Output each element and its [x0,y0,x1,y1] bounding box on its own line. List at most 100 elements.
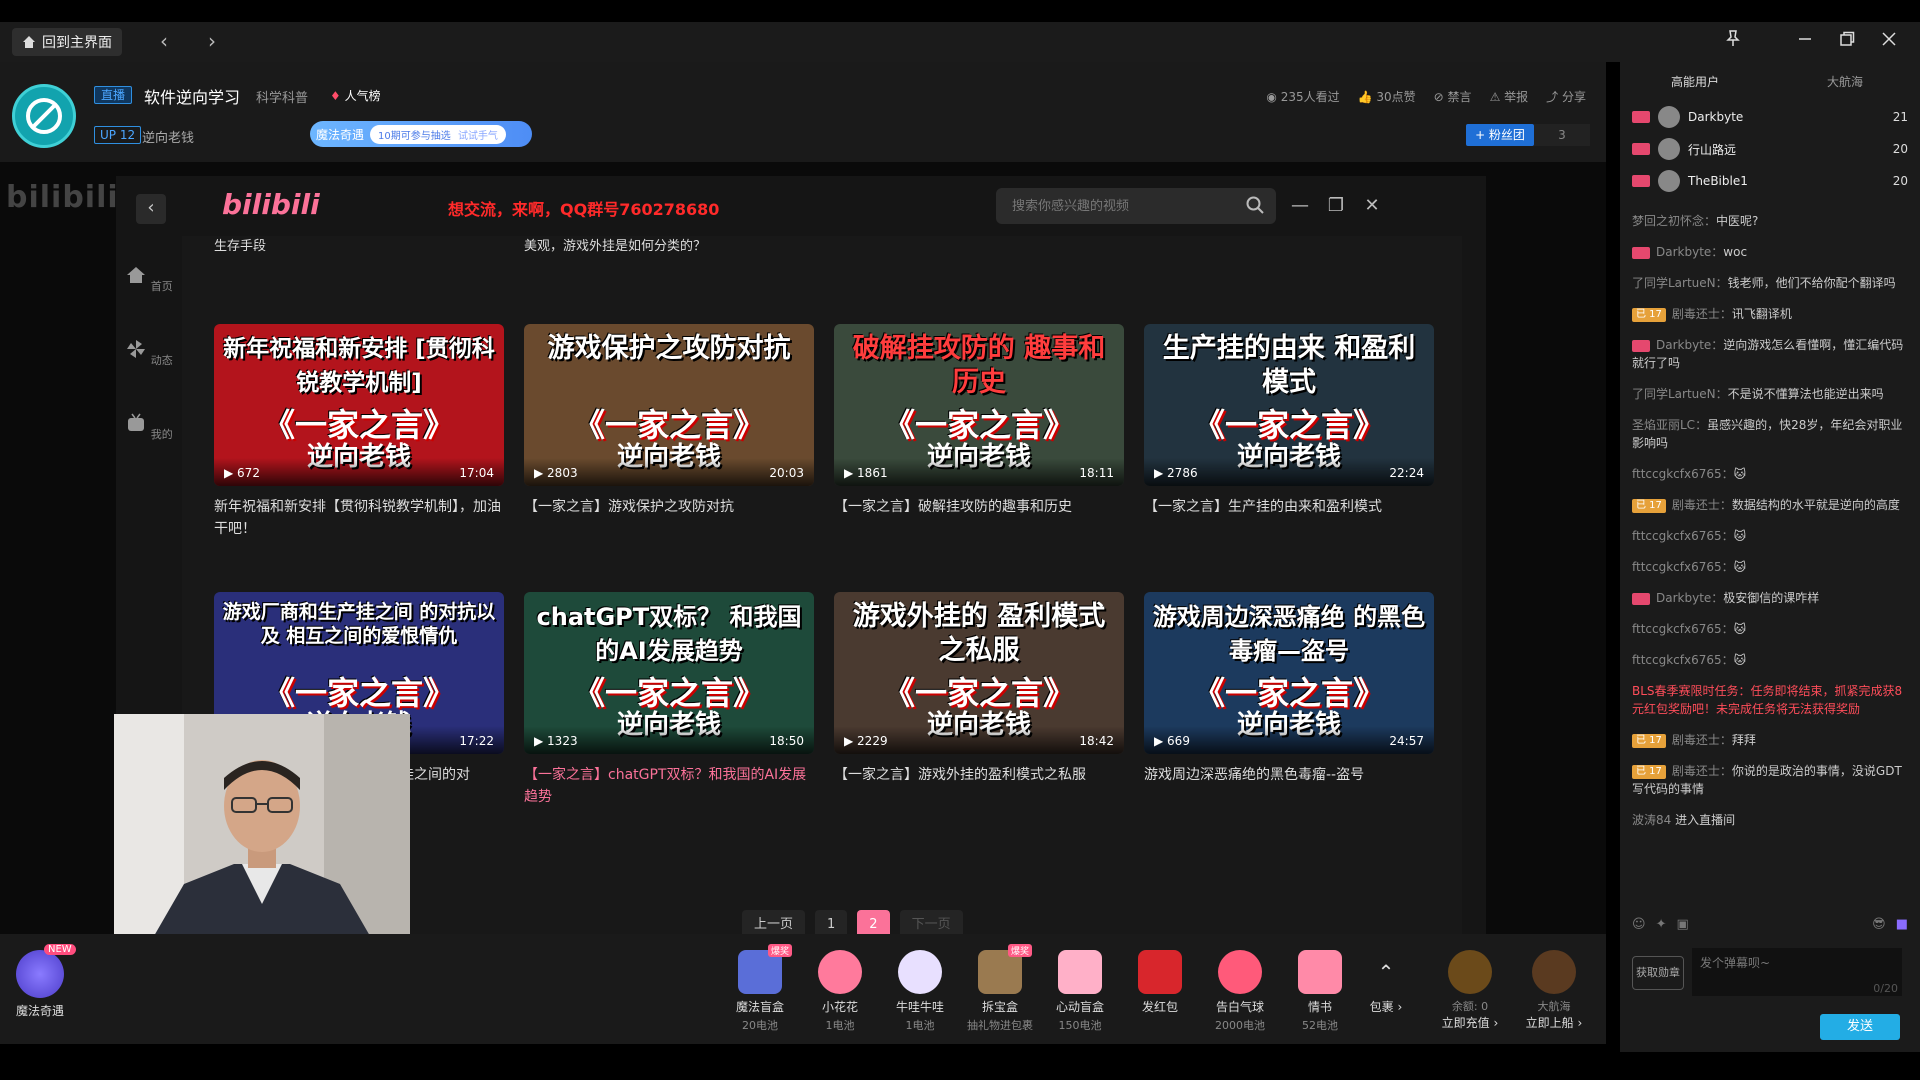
page-1-button[interactable]: 1 [815,910,848,934]
pin-icon[interactable] [1718,28,1748,56]
streamer-avatar[interactable] [12,84,76,148]
rank-row[interactable]: TheBible1 20 [1632,166,1908,196]
restore-icon[interactable] [1832,28,1862,56]
gift-flower[interactable]: 小花花 1电池 [802,950,878,1033]
video-title[interactable]: 【一家之言】游戏保护之攻防对抗 [524,496,814,518]
browser-close-icon[interactable]: ✕ [1358,192,1386,220]
gift-heart-box[interactable]: 心动盲盒 150电池 [1042,950,1118,1033]
avatar [1658,170,1680,192]
video-thumbnail[interactable]: 游戏外挂的 盈利模式之私服 《一家之言》 逆向老钱 ▶ 2229 18:42 [834,592,1124,754]
up-level-tag: UP 12 [94,126,142,144]
report-button[interactable]: ⚠ 举报 [1490,88,1529,105]
gift-cow[interactable]: 牛哇牛哇 1电池 [882,950,958,1033]
header-stats: ◉ 235人看过 👍 30点赞 ⊘ 禁言 ⚠ 举报 ⤴ 分享 [1266,88,1586,105]
side-nav-home[interactable]: 首页 [116,260,182,316]
gift-red-packet[interactable]: 发红包 [1122,950,1198,1017]
tv-icon [128,413,145,431]
play-count: ▶ 2786 [1154,466,1198,480]
room-category[interactable]: 科学科普 [256,87,308,106]
play-count: ▶ 669 [1154,734,1190,748]
video-thumbnail[interactable]: 游戏周边深恶痛绝 的黑色毒瘤—盗号 《一家之言》 逆向老钱 ▶ 669 24:57 [1144,592,1434,754]
gift-icon[interactable]: ✦ [1656,917,1667,932]
video-thumbnail[interactable]: 破解挂攻防的 趣事和历史 《一家之言》 逆向老钱 ▶ 1861 18:11 [834,324,1124,486]
share-icon: ⤴ [1546,90,1562,104]
level-badge [1632,339,1650,352]
video-duration: 18:50 [769,734,804,748]
prev-page-button[interactable]: 上一页 [742,910,806,934]
chat-panel: 高能用户 大航海 Darkbyte 21 行山路远 20 TheBible1 20 梦… [1620,62,1920,1052]
chat-message: 梦回之初怀念：中医呢? [1632,214,1759,228]
magic-event-label: 魔法奇遇 [316,127,365,142]
screenshot-icon[interactable]: ▣ [1676,917,1688,932]
magic-event-button[interactable]: 魔法奇遇 [10,950,70,1019]
gift-love-letter[interactable]: 情书 52电池 [1282,950,1358,1033]
hot-badge: 爆奖 [1007,944,1032,957]
pagination: 上一页 1 2 下一页 [742,910,963,934]
video-thumbnail[interactable]: 游戏保护之攻防对抗 《一家之言》 逆向老钱 ▶ 2803 20:03 [524,324,814,486]
video-thumbnail[interactable]: chatGPT双标？ 和我国的AI发展趋势 《一家之言》 逆向老钱 ▶ 1323… [524,592,814,754]
video-title[interactable]: 挂之间的对 [400,764,504,786]
video-duration: 20:03 [769,466,804,480]
next-page-button[interactable]: 下一页 [899,910,963,934]
side-nav-dynamic[interactable]: 动态 [116,334,182,390]
video-title[interactable]: 【一家之言】生产挂的由来和盈利模式 [1144,496,1434,518]
side-nav-mine[interactable]: 我的 [116,408,182,464]
close-icon[interactable] [1874,28,1904,56]
browser-restore-icon[interactable]: ❐ [1322,192,1350,220]
hot-rank-badge[interactable]: ♦ 人气榜 [330,87,381,104]
video-title[interactable]: 【一家之言】游戏外挂的盈利模式之私服 [834,764,1124,786]
page-2-button[interactable]: 2 [857,910,890,934]
browser-minimize-icon[interactable]: — [1286,192,1314,220]
minimize-icon[interactable] [1790,28,1820,56]
send-button[interactable]: 发送 [1820,1014,1900,1040]
chat-message: fttccgkcfx6765：🐱 [1632,622,1747,636]
package-button[interactable]: ⌃ 包裹 › [1348,950,1424,1015]
emoji-icon[interactable]: ☺ [1632,917,1646,932]
fan-medal-badge: 已 17 [1632,764,1666,779]
danmaku-input[interactable] [1692,948,1902,996]
get-medal-button[interactable]: 获取勋章 [1632,956,1684,990]
gift-magic-box[interactable]: 爆奖 魔法盲盒 20电池 [722,944,798,1033]
danmaku-icon[interactable]: ■ [1896,917,1908,932]
up-name[interactable]: 逆向老钱 [142,127,194,146]
browser-back-button[interactable]: ‹ [136,194,166,224]
thumb-icon: 👍 [1357,90,1377,104]
hot-rank-label: 人气榜 [344,89,381,103]
gift-balloon[interactable]: 告白气球 2000电池 [1202,950,1278,1033]
rank-row[interactable]: Darkbyte 21 [1632,102,1908,132]
mute-button[interactable]: ⊘ 禁言 [1434,88,1472,105]
sunglasses-emoji-icon[interactable]: 😎 [1872,917,1886,932]
chat-message: fttccgkcfx6765：🐱 [1632,560,1747,574]
chat-message: fttccgkcfx6765：🐱 [1632,467,1747,481]
video-title[interactable]: 【一家之言】破解挂攻防的趣事和历史 [834,496,1124,518]
prev-row-title[interactable]: 生存手段 [214,236,504,258]
battery-icon [1448,950,1492,994]
tab-high-energy-users[interactable]: 高能用户 [1620,62,1770,102]
search-icon[interactable] [1246,196,1264,214]
chat-messages: 梦回之初怀念：中医呢? Darkbyte：woc 了同学LartueN：钱老师，… [1632,212,1908,842]
video-title[interactable]: 游戏周边深恶痛绝的黑色毒瘤--盗号 [1144,764,1434,786]
prev-row-title[interactable]: 美观，游戏外挂是如何分类的？ [524,236,814,258]
chat-message: Darkbyte：逆向游戏怎么看懂啊，懂汇编代码就行了吗 [1632,338,1904,370]
video-thumbnail[interactable]: 生产挂的由来 和盈利模式 《一家之言》 逆向老钱 ▶ 2786 22:24 [1144,324,1434,486]
video-title[interactable]: 【一家之言】chatGPT双标？和我国的AI发展趋势 [524,764,814,808]
video-thumbnail[interactable]: 新年祝福和新安排 [贯彻科锐教学机制] 《一家之言》 逆向老钱 ▶ 672 17:… [214,324,504,486]
pinwheel-icon [127,340,146,358]
tab-captain[interactable]: 大航海 [1770,62,1920,102]
user-block-icon: ⊘ [1433,90,1448,104]
fans-club-button[interactable]: + 粉丝团 [1466,124,1534,146]
video-title[interactable]: 新年祝福和新安排【贯彻科锐教学机制】，加油干吧！ [214,496,504,540]
gift-unbox[interactable]: 爆奖 拆宝盒 抽礼物进包裹 [962,944,1038,1033]
like-stat[interactable]: 👍 30点赞 [1358,88,1416,105]
chat-message: 了同学LartueN：不是说不懂算法也能逆出来吗 [1632,387,1884,401]
share-button[interactable]: ⤴ 分享 [1546,88,1586,105]
magic-event-pill[interactable]: 魔法奇遇 10期可参与抽选 试试手气 [310,121,532,147]
recharge-button[interactable]: 余额: 0 立即充值 › [1432,950,1508,1031]
back-arrow-icon[interactable]: ‹ [150,28,178,56]
captain-button[interactable]: 大航海 立即上船 › [1516,950,1592,1031]
search-input[interactable] [1012,188,1232,224]
forward-arrow-icon[interactable]: › [198,28,226,56]
rank-row[interactable]: 行山路远 20 [1632,134,1908,164]
home-button[interactable]: 回到主界面 [12,28,122,56]
browser-header: ‹ bilibili 想交流，来啊，QQ群号760278680 — ❐ ✕ [116,176,1486,236]
